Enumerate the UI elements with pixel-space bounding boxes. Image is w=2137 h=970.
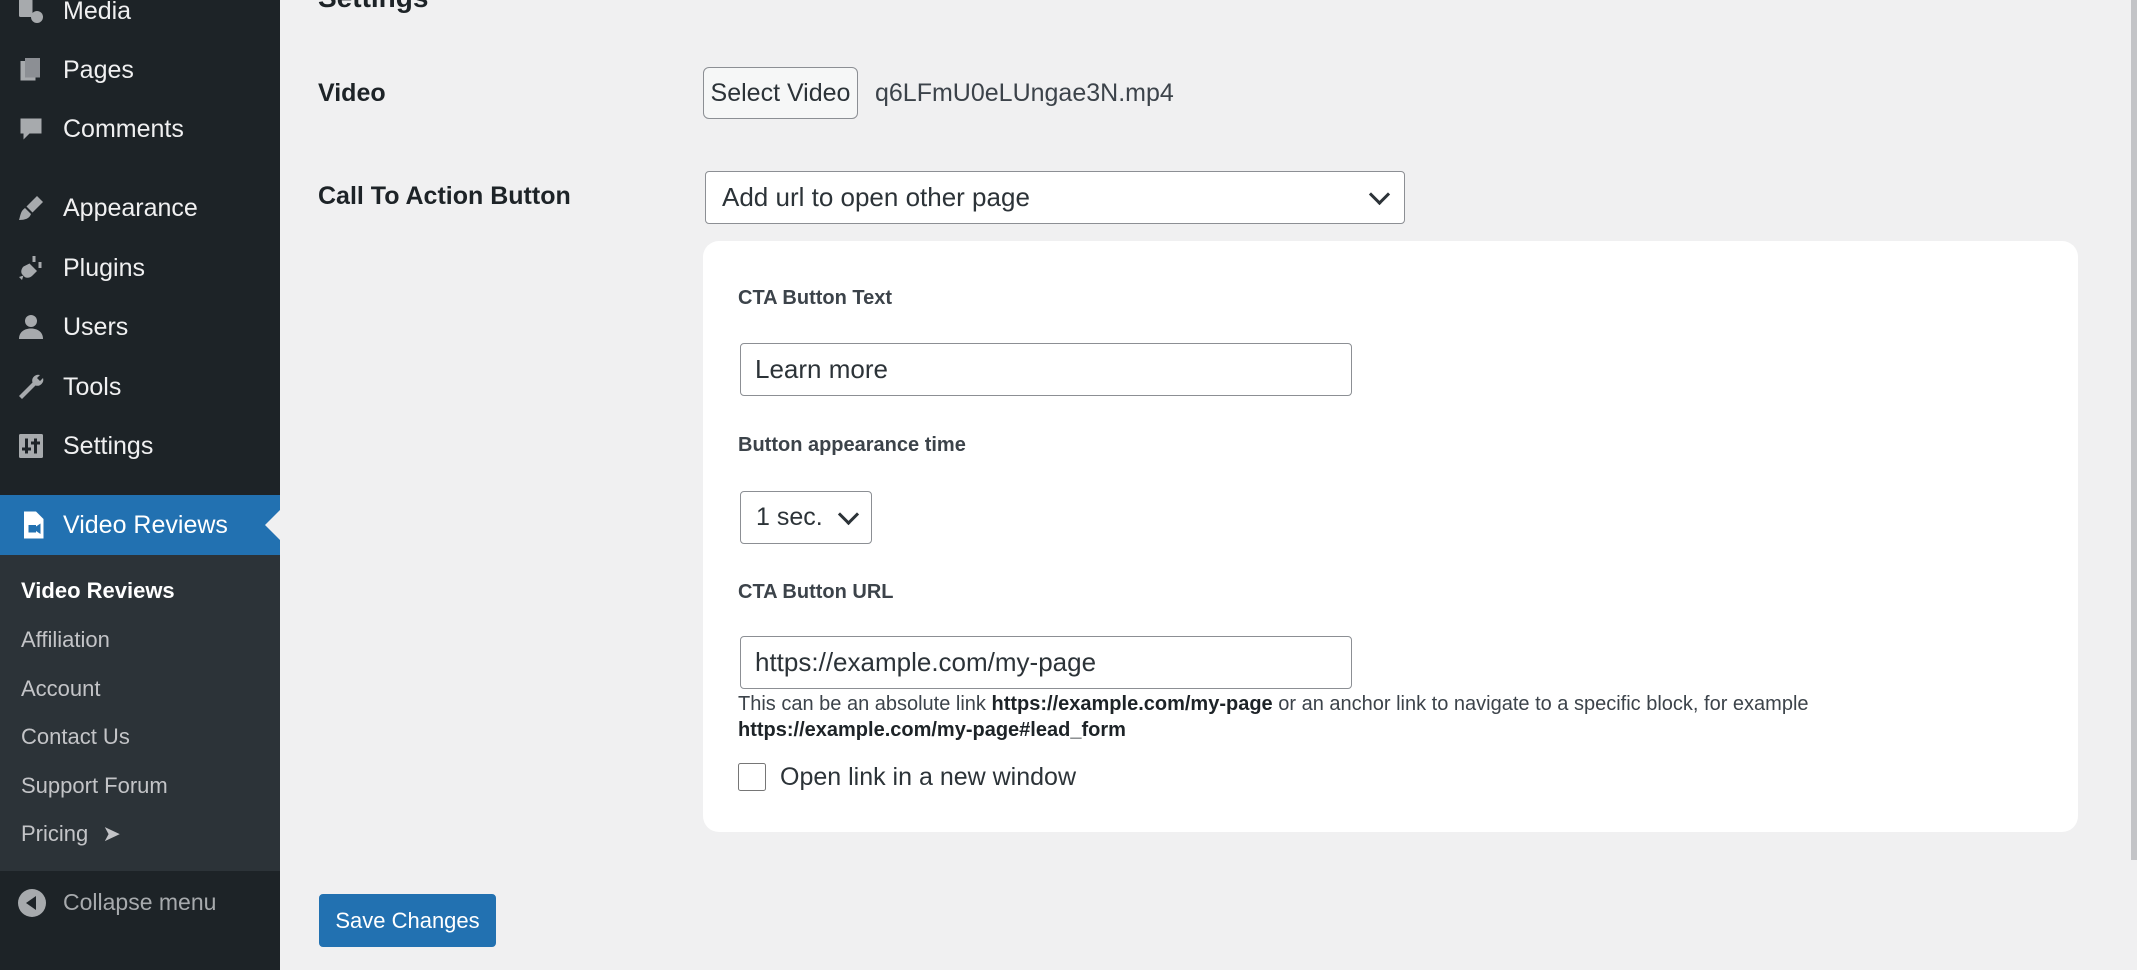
admin-sidebar: Media Pages Comments Appearance Plugins … [0,0,280,970]
sidebar-item-label: Pages [63,55,134,84]
submenu-item-pricing[interactable]: Pricing ➤ [21,821,121,847]
pages-icon [16,55,46,85]
help-text-part: or an anchor link to navigate to a speci… [1272,693,1809,715]
new-window-option: Open link in a new window [738,760,1076,794]
chevron-down-icon [1368,183,1391,206]
sidebar-item-label: Tools [63,372,122,401]
save-changes-button[interactable]: Save Changes [319,894,496,947]
sidebar-item-label: Appearance [63,193,198,222]
submenu-item-video-reviews[interactable]: Video Reviews [21,578,175,604]
sidebar-item-label: Plugins [63,253,145,282]
help-text-part: This can be an absolute link [738,693,992,715]
chevron-down-icon [837,503,860,526]
arrow-right-icon: ➤ [102,821,121,846]
cta-label: Call To Action Button [318,182,571,210]
help-example-link: https://example.com/my-page [991,693,1273,715]
submenu: Video Reviews Affiliation Account Contac… [0,555,280,871]
scrollbar[interactable] [2131,0,2137,860]
cta-url-label: CTA Button URL [738,581,894,603]
collapse-icon [18,888,46,917]
sidebar-item-label: Settings [63,431,154,460]
sidebar-item-video-reviews[interactable]: Video Reviews [0,495,280,555]
appearance-time-select[interactable]: 1 sec. [740,491,872,544]
sidebar-item-label: Media [63,0,132,25]
collapse-menu-button[interactable]: Collapse menu [0,875,280,930]
cta-url-input[interactable] [740,636,1352,689]
tools-icon [16,372,46,402]
plugins-icon [16,253,46,283]
video-file-icon [18,510,48,540]
submenu-item-label: Pricing [21,821,89,846]
sidebar-item-media[interactable]: Media [0,0,280,36]
submenu-item-contact-us[interactable]: Contact Us [21,724,130,750]
cta-type-select[interactable]: Add url to open other page [705,171,1405,224]
new-window-label[interactable]: Open link in a new window [780,763,1076,792]
comments-icon [16,114,46,144]
page-title: Settings [318,0,428,14]
video-label: Video [318,79,386,107]
video-filename: q6LFmU0eLUngae3N.mp4 [875,79,1174,107]
submenu-item-support-forum[interactable]: Support Forum [21,773,168,799]
help-example-anchor: https://example.com/my-page#lead_form [738,719,1126,741]
cta-settings-panel: CTA Button Text Button appearance time 1… [703,241,2078,832]
sidebar-item-label: Comments [63,114,184,143]
submenu-item-account[interactable]: Account [21,676,101,702]
collapse-menu-label: Collapse menu [63,889,217,915]
sidebar-item-label: Users [63,312,129,341]
sidebar-item-settings[interactable]: Settings [0,421,280,471]
cta-type-value: Add url to open other page [722,182,1030,212]
cta-url-help-text: This can be an absolute link https://exa… [738,691,1938,743]
appearance-icon [16,193,46,223]
appearance-time-value: 1 sec. [756,503,823,531]
submenu-item-affiliation[interactable]: Affiliation [21,627,110,653]
sidebar-item-appearance[interactable]: Appearance [0,183,280,233]
sidebar-item-plugins[interactable]: Plugins [0,243,280,293]
sidebar-item-users[interactable]: Users [0,302,280,352]
current-indicator-arrow [265,510,280,540]
select-video-button[interactable]: Select Video [703,67,858,119]
new-window-checkbox[interactable] [738,763,766,791]
appearance-time-label: Button appearance time [738,434,966,456]
media-icon [16,0,46,26]
sidebar-item-label: Video Reviews [63,510,228,539]
settings-icon [16,431,46,461]
sidebar-item-pages[interactable]: Pages [0,45,280,95]
sidebar-item-comments[interactable]: Comments [0,104,280,154]
main-content: Settings Video Select Video q6LFmU0eLUng… [280,0,2137,970]
cta-text-input[interactable] [740,343,1352,396]
sidebar-item-tools[interactable]: Tools [0,362,280,412]
cta-text-label: CTA Button Text [738,287,893,309]
users-icon [16,312,46,342]
